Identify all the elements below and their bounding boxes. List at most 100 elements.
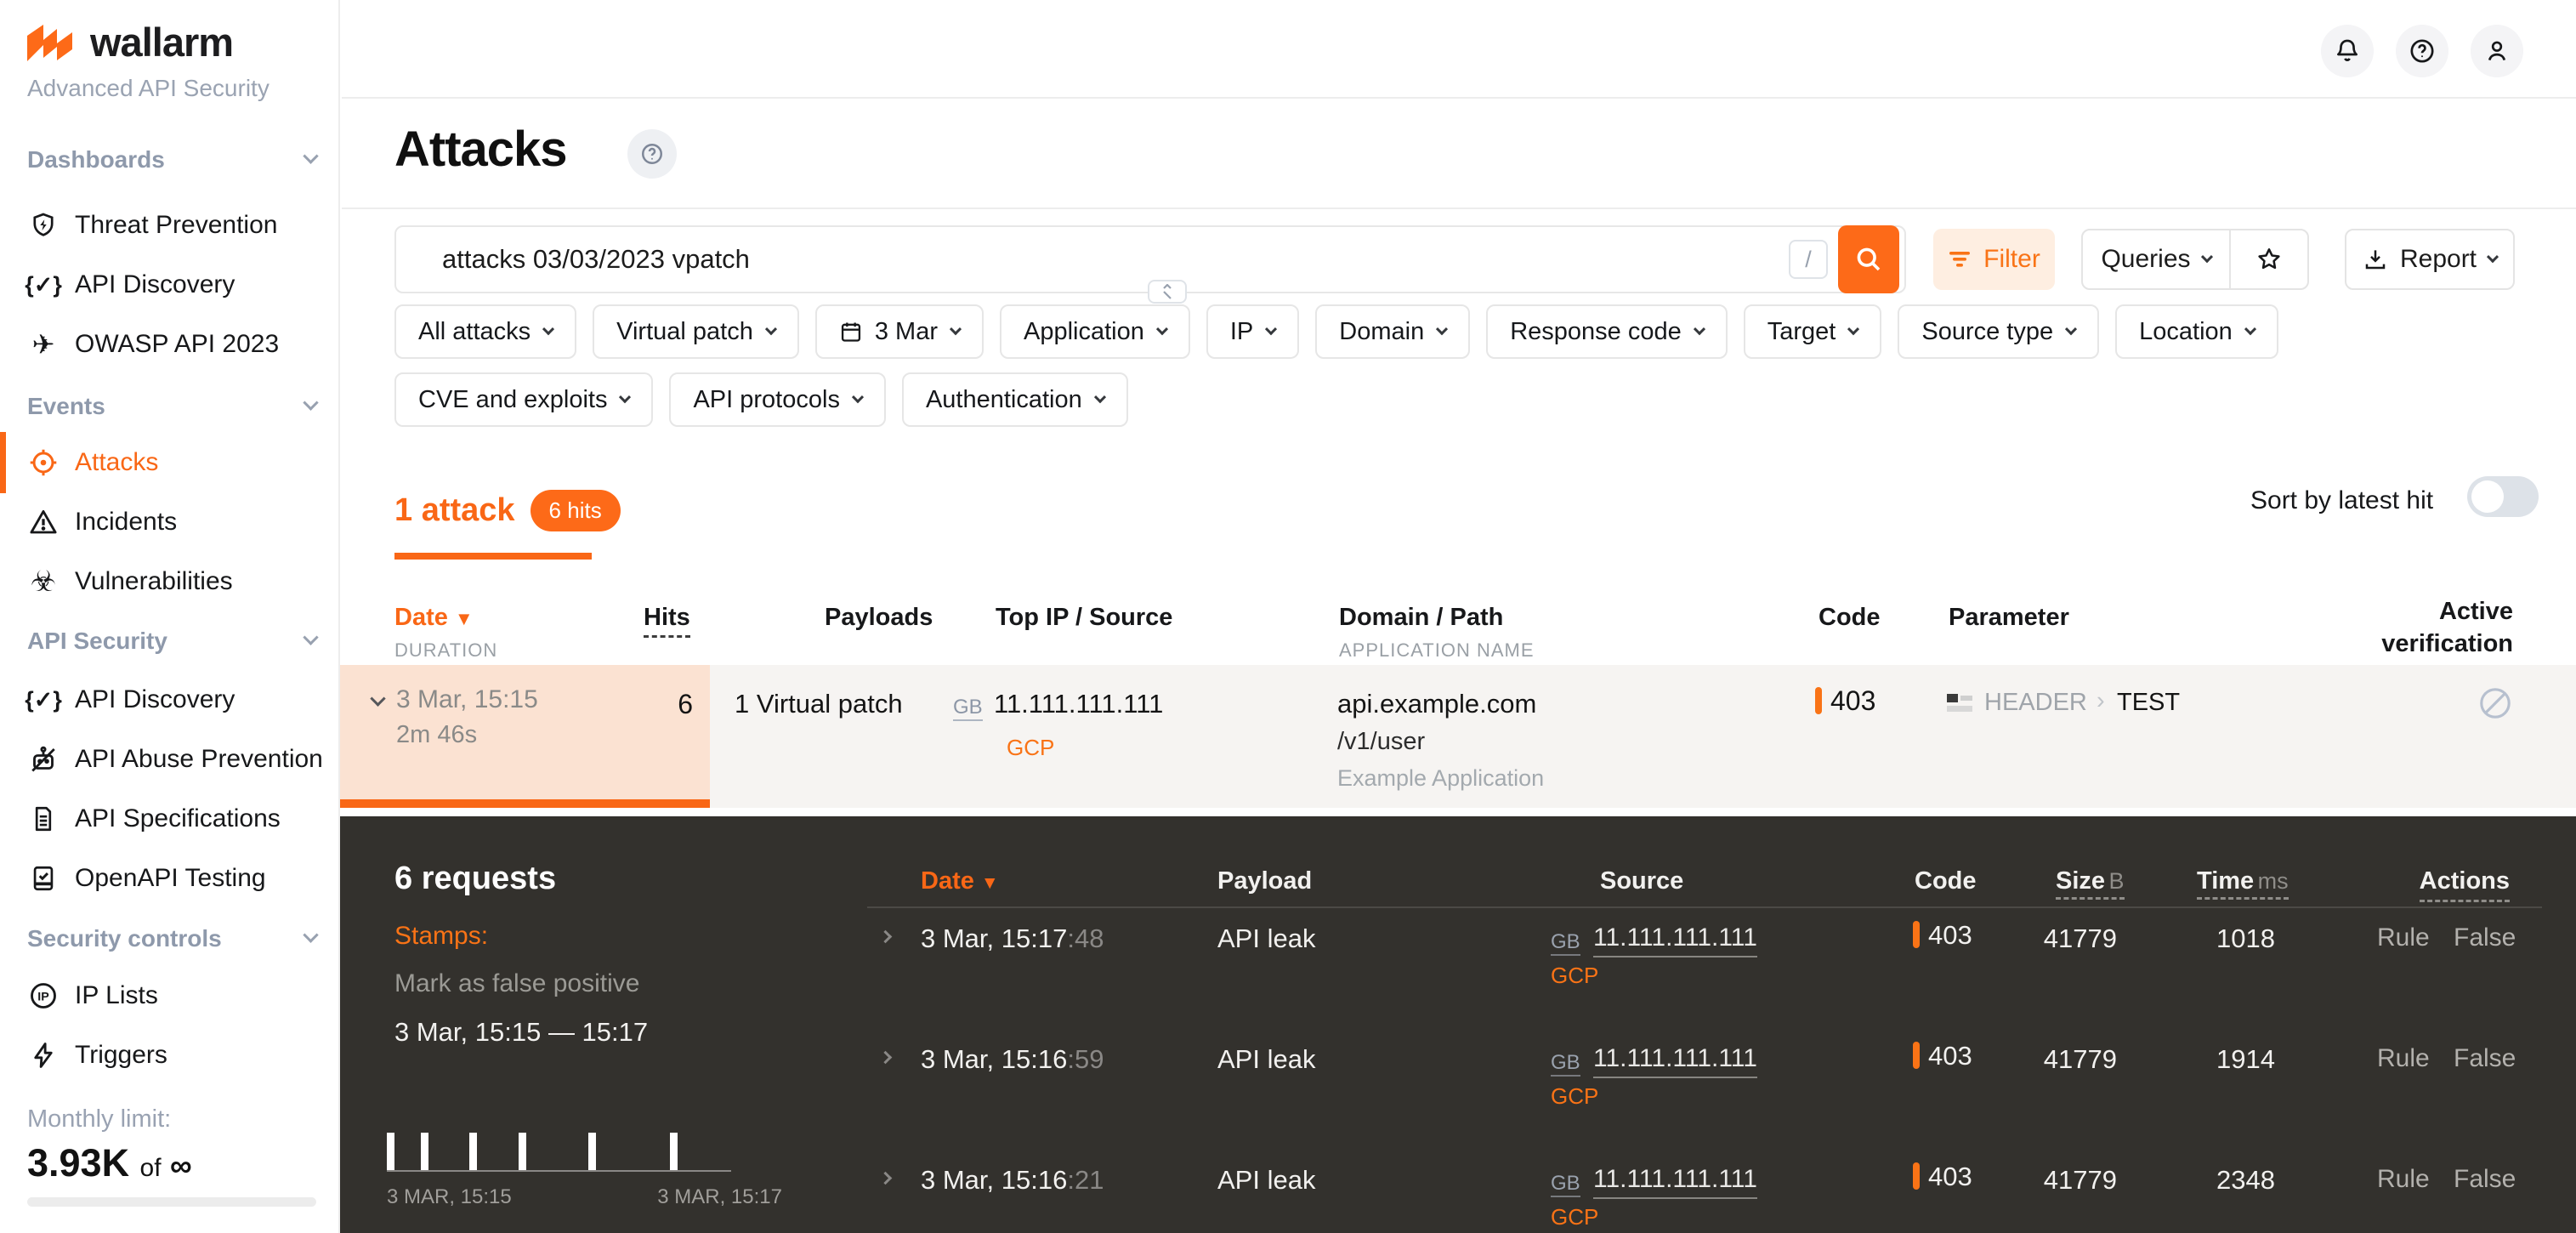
action-false-link[interactable]: False <box>2454 1165 2516 1194</box>
filter-chip-cve-exploits[interactable]: CVE and exploits <box>394 372 653 427</box>
action-rule-link[interactable]: Rule <box>2377 1165 2430 1194</box>
mark-false-positive-link[interactable]: Mark as false positive <box>394 969 639 998</box>
col-header-domain-path: Domain / Path <box>1339 604 1503 632</box>
sidebar-item-attacks[interactable]: Attacks <box>0 436 340 489</box>
col-subheader-application-name: APPLICATION NAME <box>1339 639 1535 662</box>
filter-chip-authentication[interactable]: Authentication <box>902 372 1128 427</box>
sort-toggle-label: Sort by latest hit <box>2250 486 2433 515</box>
attacks-summary-tab[interactable]: 1 attack 6 hits <box>394 490 621 531</box>
source-tag[interactable]: GCP <box>1551 1083 1598 1110</box>
filter-chip-all-attacks[interactable]: All attacks <box>394 304 576 359</box>
req-col-size[interactable]: Size B <box>2056 867 2125 895</box>
request-payload: API leak <box>1217 923 1315 954</box>
filter-chip-response-code[interactable]: Response code <box>1486 304 1728 359</box>
document-icon <box>27 804 60 833</box>
sidebar-section-dashboards[interactable]: Dashboards <box>27 146 316 173</box>
req-col-actions[interactable]: Actions <box>2363 867 2510 895</box>
chart-end-label: 3 MAR, 15:17 <box>629 1185 782 1209</box>
action-rule-link[interactable]: Rule <box>2377 1044 2430 1073</box>
code-severity-tick <box>1913 921 1920 948</box>
report-button[interactable]: Report <box>2345 229 2515 290</box>
chevron-down-icon <box>852 391 864 403</box>
action-rule-link[interactable]: Rule <box>2377 923 2430 952</box>
attack-ip[interactable]: 11.111.111.111 <box>994 689 1163 719</box>
chevron-right-icon[interactable] <box>879 930 893 944</box>
requests-timeline-chart <box>387 1131 731 1172</box>
favorite-query-button[interactable] <box>2231 230 2307 288</box>
sidebar-item-triggers[interactable]: Triggers <box>0 1029 340 1082</box>
col-header-code: Code <box>1819 604 1881 632</box>
source-tag[interactable]: GCP <box>1551 963 1598 989</box>
sidebar-section-events[interactable]: Events <box>27 393 316 420</box>
filter-chip-domain[interactable]: Domain <box>1315 304 1470 359</box>
help-button[interactable] <box>2396 25 2448 77</box>
filter-button[interactable]: Filter <box>1933 229 2055 290</box>
sidebar-item-openapi-testing[interactable]: OpenAPI Testing <box>0 852 340 905</box>
req-col-date[interactable]: Date ▼ <box>921 867 999 895</box>
parameter-separator: › <box>2097 687 2105 715</box>
search-expand-handle[interactable] <box>1148 280 1187 304</box>
sidebar-section-api-security[interactable]: API Security <box>27 628 316 655</box>
sidebar-item-owasp-api-2023[interactable]: ✈ OWASP API 2023 <box>0 318 340 371</box>
star-icon <box>2255 246 2283 273</box>
account-button[interactable] <box>2471 25 2523 77</box>
code-severity-tick <box>1913 1042 1920 1069</box>
monthly-limit-value: 3.93K of ∞ <box>27 1141 192 1185</box>
stamps-link[interactable]: Stamps: <box>394 922 488 951</box>
sidebar-section-security-controls[interactable]: Security controls <box>27 925 316 952</box>
attack-row[interactable]: 3 Mar, 15:15 2m 46s 6 1 Virtual patch GB… <box>340 665 2576 808</box>
sidebar-item-threat-prevention[interactable]: Threat Prevention <box>0 199 340 252</box>
queries-button[interactable]: Queries <box>2083 230 2231 288</box>
biohazard-icon: ☣ <box>27 565 60 599</box>
request-code: 403 <box>1913 920 1972 951</box>
chevron-down-icon <box>542 323 554 335</box>
ip-circle-icon: IP <box>27 980 60 1011</box>
request-size: 41779 <box>2006 1165 2117 1196</box>
filter-chip-location[interactable]: Location <box>2115 304 2278 359</box>
active-verification-disabled-icon[interactable] <box>2476 684 2515 723</box>
action-false-link[interactable]: False <box>2454 1044 2516 1073</box>
brand-subtitle: Advanced API Security <box>27 75 270 102</box>
country-code: GB <box>1551 1172 1580 1197</box>
attack-payloads: 1 Virtual patch <box>735 689 903 719</box>
chevron-down-icon[interactable] <box>370 690 385 706</box>
source-tag[interactable]: GCP <box>1007 735 1054 761</box>
request-ip[interactable]: 11.111.111.111 <box>1593 923 1757 957</box>
chevron-right-icon[interactable] <box>879 1051 893 1065</box>
filter-chip-api-protocols[interactable]: API protocols <box>669 372 885 427</box>
req-col-source: Source <box>1600 867 1683 895</box>
sidebar-item-ip-lists[interactable]: IP IP Lists <box>0 969 340 1022</box>
sidebar-item-vulnerabilities[interactable]: ☣ Vulnerabilities <box>0 555 340 608</box>
col-header-date[interactable]: Date ▼ <box>394 604 474 632</box>
question-circle-icon <box>639 141 665 167</box>
sidebar-item-api-specifications[interactable]: API Specifications <box>0 793 340 845</box>
request-ip[interactable]: 11.111.111.111 <box>1593 1044 1757 1078</box>
chevron-right-icon[interactable] <box>879 1172 893 1185</box>
search-button[interactable] <box>1838 225 1899 293</box>
code-severity-tick <box>1913 1162 1920 1190</box>
expand-collapse-icon <box>1160 284 1174 299</box>
req-col-time[interactable]: Time ms <box>2197 867 2289 895</box>
filter-chip-virtual-patch[interactable]: Virtual patch <box>593 304 799 359</box>
attack-date: 3 Mar, 15:15 <box>396 685 538 714</box>
sidebar-item-incidents[interactable]: Incidents <box>0 496 340 548</box>
filter-chip-ip[interactable]: IP <box>1206 304 1299 359</box>
sidebar-item-api-abuse-prevention[interactable]: API Abuse Prevention <box>0 733 340 786</box>
sidebar-item-api-discovery-2[interactable]: {✓} API Discovery <box>0 673 340 726</box>
request-ip[interactable]: 11.111.111.111 <box>1593 1165 1757 1199</box>
calendar-icon <box>839 320 863 344</box>
filter-chip-target[interactable]: Target <box>1744 304 1882 359</box>
attack-application: Example Application <box>1337 765 1544 792</box>
action-false-link[interactable]: False <box>2454 923 2516 952</box>
sidebar-item-api-discovery[interactable]: {✓} API Discovery <box>0 259 340 311</box>
col-header-hits[interactable]: Hits <box>644 604 690 632</box>
chevron-down-icon <box>303 629 318 645</box>
filter-chip-date[interactable]: 3 Mar <box>815 304 984 359</box>
notifications-button[interactable] <box>2321 25 2374 77</box>
attack-date-cell[interactable]: 3 Mar, 15:15 2m 46s <box>340 665 710 808</box>
page-help-button[interactable] <box>627 129 677 179</box>
filter-chip-source-type[interactable]: Source type <box>1898 304 2099 359</box>
sort-by-latest-hit-toggle[interactable] <box>2467 476 2539 517</box>
source-tag[interactable]: GCP <box>1551 1204 1598 1230</box>
filter-chip-application[interactable]: Application <box>1000 304 1190 359</box>
